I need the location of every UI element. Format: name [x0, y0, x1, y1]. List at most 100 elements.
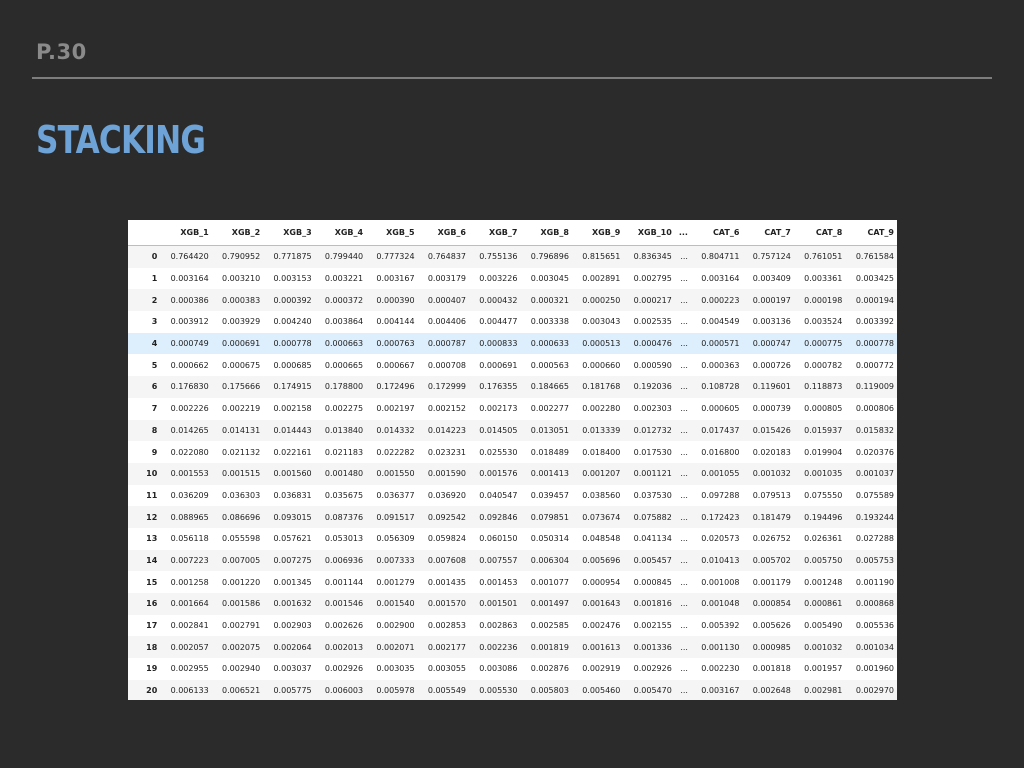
- table-cell: 0.014443: [273, 425, 312, 435]
- table-cell: 0.022161: [273, 447, 312, 457]
- table-cell: 0.172423: [701, 512, 740, 522]
- table-cell: 0.010413: [701, 555, 740, 565]
- table-cell: 0.001515: [222, 469, 261, 479]
- table-cell: 0.001570: [427, 599, 466, 609]
- table-cell: 0.015426: [752, 425, 791, 435]
- table-cell: 0.000665: [324, 360, 364, 370]
- table-cell: 0.007333: [376, 555, 415, 565]
- table-cell: 0.002013: [324, 642, 364, 652]
- table-cell: 0.005460: [582, 686, 621, 696]
- table-cell: 0.003153: [273, 274, 312, 284]
- table-cell: 0.002057: [170, 642, 209, 652]
- table-cell: 0.017530: [633, 447, 672, 457]
- table-cell: 0.000605: [701, 404, 740, 414]
- table-cell: 0.022282: [376, 447, 415, 457]
- table-cell: 0.000590: [633, 360, 672, 370]
- table-cell: 0.075589: [855, 490, 894, 500]
- table-cell: 0.079851: [530, 512, 569, 522]
- table-cell: 0.003164: [170, 274, 209, 284]
- table-cell: 0.001345: [273, 577, 312, 587]
- table-cell: 0.005536: [855, 621, 894, 631]
- table-cell: 0.001258: [170, 577, 209, 587]
- table-cell: 0.002535: [633, 317, 672, 327]
- table-cell: 0.003043: [582, 317, 621, 327]
- row-index: 0: [151, 252, 158, 262]
- table-cell: 0.757124: [752, 252, 791, 262]
- table-cell: 0.000775: [804, 339, 843, 349]
- table-cell: 0.004240: [273, 317, 312, 327]
- table-cell: 0.003136: [752, 317, 791, 327]
- table-row: 12 0.088965 0.086696 0.093015 0.087376 0.0915…: [128, 506, 897, 528]
- table-cell: 0.000778: [273, 339, 312, 349]
- table-row: 3 0.003912 0.003929 0.004240 0.003864 0.00414…: [128, 311, 897, 333]
- table-cell: 0.000868: [855, 599, 894, 609]
- table-cell: 0.002900: [376, 621, 415, 631]
- table-cell: 0.002177: [427, 642, 466, 652]
- table-cell: 0.001034: [855, 642, 894, 652]
- table-cell: 0.057621: [273, 534, 312, 544]
- table-cell: 0.002277: [530, 404, 569, 414]
- table-cell: 0.097288: [701, 490, 740, 500]
- table-cell: 0.119601: [752, 382, 791, 392]
- table-row: 10 0.001553 0.001515 0.001560 0.001480 0.0015…: [128, 462, 897, 485]
- table-cell: 0.005696: [582, 555, 621, 565]
- table-cell: 0.015937: [804, 425, 843, 435]
- table-cell: 0.007275: [273, 555, 312, 565]
- table-cell: 0.022080: [170, 447, 209, 457]
- table-cell: 0.086696: [222, 512, 261, 522]
- table-cell: 0.000739: [752, 404, 791, 414]
- table-cell: 0.056118: [170, 534, 209, 544]
- table-cell: 0.003361: [804, 274, 843, 284]
- table-cell: 0.001413: [530, 469, 569, 479]
- table-row: 13 0.056118 0.055598 0.057621 0.053013 0.0563…: [128, 527, 897, 550]
- table-cell: 0.027288: [855, 534, 894, 544]
- table-row: 17 0.002841 0.002791 0.002903 0.002626 0.0029…: [128, 614, 897, 637]
- table-cell: 0.003055: [427, 664, 466, 674]
- table-cell: 0.007223: [170, 555, 209, 565]
- table-cell: 0.001453: [479, 577, 518, 587]
- table-cell: 0.001818: [752, 664, 791, 674]
- table-cell: ...: [680, 534, 688, 544]
- row-index: 1: [151, 274, 158, 284]
- table-cell: 0.002926: [633, 664, 672, 674]
- table-cell: 0.001819: [530, 642, 569, 652]
- table-cell: 0.002585: [530, 621, 569, 631]
- table-cell: 0.001501: [479, 599, 518, 609]
- table-cell: 0.041134: [633, 534, 672, 544]
- table-cell: 0.036831: [273, 490, 312, 500]
- index-header: [128, 220, 161, 246]
- table-cell: 0.000749: [170, 339, 209, 349]
- table-cell: 0.003045: [530, 274, 569, 284]
- table-cell: 0.002230: [701, 664, 740, 674]
- table-cell: 0.184665: [530, 382, 569, 392]
- table-cell: 0.181768: [582, 382, 621, 392]
- table-cell: 0.036920: [427, 490, 466, 500]
- table-cell: 0.799440: [324, 252, 364, 262]
- table-cell: 0.194496: [804, 512, 843, 522]
- table-cell: 0.002303: [633, 404, 672, 414]
- row-index: 11: [146, 490, 158, 500]
- column-header: XGB_1: [160, 220, 212, 246]
- table-cell: 0.001576: [479, 469, 518, 479]
- table-cell: 0.001480: [324, 469, 364, 479]
- table-cell: 0.005392: [701, 621, 740, 631]
- table-cell: 0.761584: [855, 252, 894, 262]
- table-cell: 0.016800: [701, 447, 740, 457]
- table-cell: 0.002955: [170, 664, 209, 674]
- table-cell: 0.000833: [479, 339, 518, 349]
- table-cell: ...: [680, 577, 688, 587]
- table-cell: 0.000513: [582, 339, 621, 349]
- table-cell: 0.000663: [324, 339, 364, 349]
- table-cell: 0.001336: [633, 642, 672, 652]
- table-cell: ...: [680, 252, 688, 262]
- table-cell: 0.000985: [752, 642, 791, 652]
- table-cell: 0.021132: [222, 447, 261, 457]
- table-cell: 0.790952: [222, 252, 261, 262]
- table-cell: 0.001553: [170, 469, 209, 479]
- table-cell: 0.796896: [530, 252, 569, 262]
- table-cell: 0.004406: [427, 317, 466, 327]
- table-cell: 0.007608: [427, 555, 466, 565]
- table-cell: 0.053013: [324, 534, 364, 544]
- table-cell: 0.000691: [479, 360, 518, 370]
- table-cell: 0.075882: [633, 512, 672, 522]
